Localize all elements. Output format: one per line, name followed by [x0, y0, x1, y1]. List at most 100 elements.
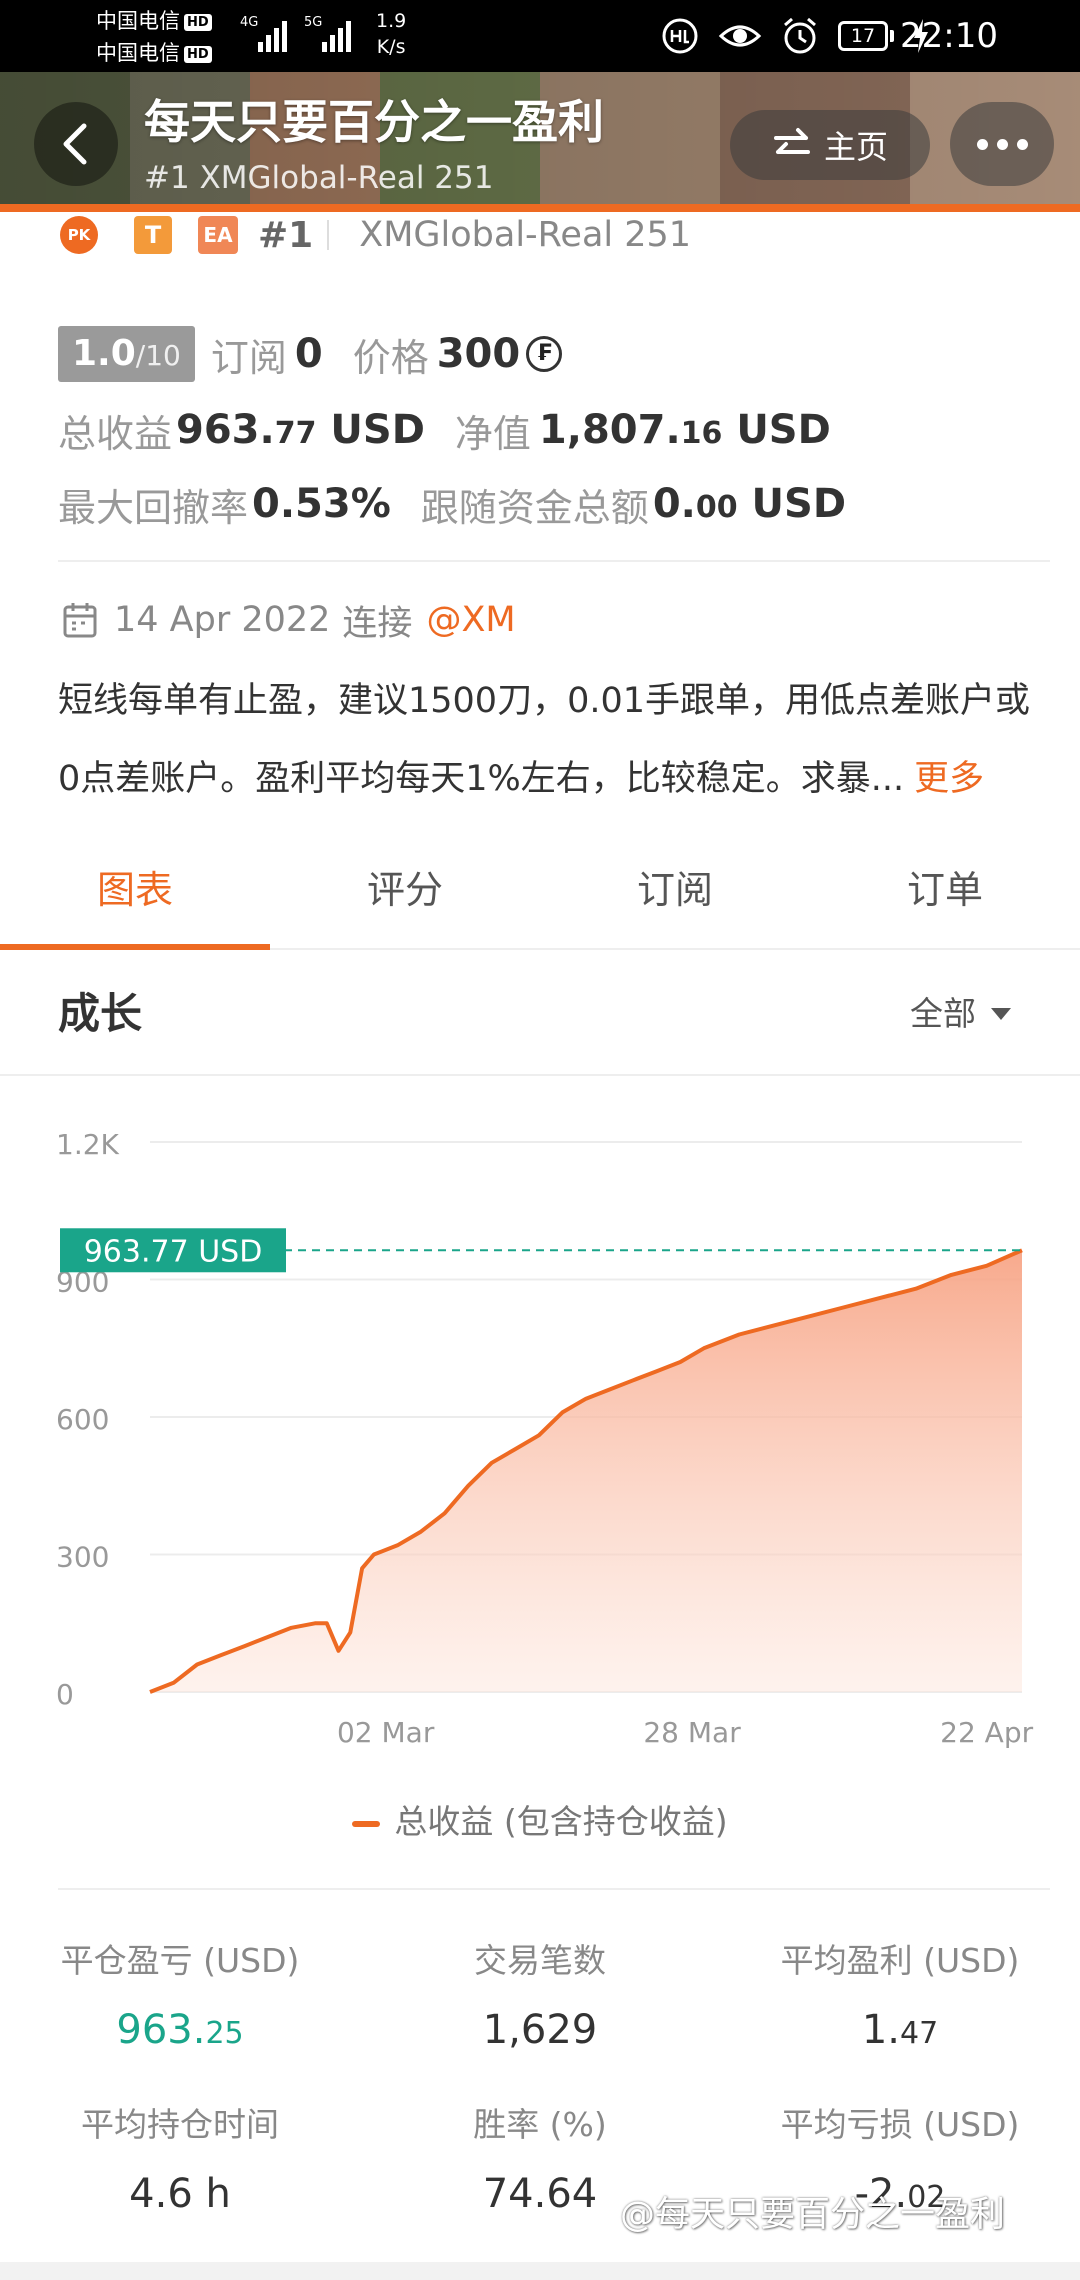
metric-value: 1,629 [360, 2000, 720, 2060]
follow-funds-value: 0.00 USD [653, 481, 846, 527]
back-arrow-icon [63, 123, 87, 165]
home-button-label: 主页 [823, 128, 888, 166]
metric-main: 1. [861, 2007, 900, 2053]
more-dot-icon [976, 138, 988, 150]
growth-section-header: 成长 全部 [0, 952, 1080, 1076]
drawdown-label: 最大回撤率 [58, 485, 249, 530]
metric-value: 4.6 h [0, 2164, 360, 2224]
x-tick-label: 22 Apr [940, 1716, 1033, 1749]
total-profit-decimal: 77 [274, 416, 317, 451]
ea-badge[interactable]: EA [198, 216, 238, 254]
x-tick-label: 28 Mar [643, 1716, 741, 1749]
more-options-button[interactable] [950, 102, 1054, 186]
price-label: 价格 [352, 335, 429, 380]
account-name: XMGlobal-Real 251 [359, 215, 692, 255]
metric-closed-pnl: 平仓盈亏 (USD) 963.25 [0, 1934, 360, 2064]
follow-funds-decimal: 00 [695, 490, 738, 525]
strategy-description: 短线每单有止盈，建议1500刀，0.01手跟单，用低点差账户或 0点差账户。盈利… [58, 662, 1048, 818]
description-line-1: 短线每单有止盈，建议1500刀，0.01手跟单，用低点差账户或 [58, 681, 1031, 721]
equity-main: 1,807. [538, 407, 681, 453]
growth-chart: 03006009001.2K02 Mar 28 Mar 22 Apr963.77 U… [56, 1128, 1034, 1749]
range-filter-label: 全部 [910, 994, 976, 1033]
equity-label: 净值 [454, 411, 531, 456]
total-profit-main: 963. [176, 407, 275, 453]
legend-swatch [352, 1820, 381, 1827]
connect-date: 14 Apr 2022 [114, 600, 331, 640]
metric-label: 平均盈利 (USD) [780, 1941, 1020, 1980]
clock: 22:10 [900, 16, 998, 56]
equity-unit: USD [736, 407, 831, 453]
range-filter-dropdown[interactable]: 全部 [910, 992, 1012, 1036]
network-5g-label: 5G [304, 15, 323, 30]
score-badge: 1.0/10 [58, 326, 195, 382]
battery-level: 17 [838, 21, 888, 51]
more-link[interactable]: 更多 [914, 759, 984, 799]
score-max: /10 [135, 339, 181, 372]
metric-avg-hold-time: 平均持仓时间 4.6 h [0, 2098, 360, 2224]
header-accent-strip [0, 204, 1080, 212]
metric-value: 963.25 [0, 2000, 360, 2064]
description-line-2: 0点差账户。盈利平均每天1%左右，比较稳定。求暴... [58, 759, 905, 799]
battery-icon: 17 [838, 21, 894, 51]
connect-row: 14 Apr 2022 连接 @XM [62, 592, 516, 648]
carrier-1: 中国电信 HD [96, 8, 212, 34]
network-speed: 1.9 K/s [376, 8, 406, 60]
x-tick-label: 02 Mar [337, 1716, 435, 1749]
equity-value: 1,807.16 USD [539, 407, 831, 453]
metric-label: 平均亏损 (USD) [780, 2105, 1020, 2144]
follow-funds-unit: USD [751, 481, 847, 527]
broker-link[interactable]: @XM [426, 600, 515, 640]
back-button[interactable] [34, 102, 118, 186]
tab-subscription[interactable]: 订阅 [540, 850, 810, 948]
drawdown-row: 最大回撤率 0.53% 跟随资金总额 0.00 USD [58, 476, 846, 532]
more-dot-icon [1016, 138, 1028, 150]
total-profit-label: 总收益 [58, 411, 173, 456]
metric-label: 平仓盈亏 (USD) [60, 1941, 300, 1980]
hd-badge: HD [184, 13, 212, 31]
t-badge[interactable]: T [134, 216, 172, 254]
chart-legend: 总收益 (包含持仓收益) [0, 1792, 1080, 1852]
network-4g-label: 4G [240, 15, 259, 30]
tab-orders[interactable]: 订单 [810, 850, 1080, 948]
speed-unit: K/s [376, 36, 406, 58]
alarm-icon [784, 17, 816, 54]
hd-call-icon [662, 18, 698, 54]
connect-label: 连接 [342, 603, 413, 644]
follow-funds-main: 0. [652, 481, 696, 527]
profile-header: 每天只要百分之一盈利 #1 XMGlobal-Real 251 主页 [0, 72, 1080, 212]
current-value-label: 963.77 USD [84, 1234, 263, 1269]
metric-label: 平均持仓时间 [81, 2105, 279, 2144]
signal-icon [258, 18, 287, 52]
home-button[interactable]: 主页 [730, 110, 930, 180]
bottom-bar [0, 2262, 1080, 2280]
pk-badge[interactable]: PK [60, 216, 98, 254]
hd-badge: HD [184, 45, 212, 63]
swap-icon [773, 128, 810, 154]
watermark: @每天只要百分之一盈利 [620, 2195, 1006, 2235]
metric-decimal: 47 [899, 2016, 939, 2051]
speed-value: 1.9 [376, 10, 407, 32]
tab-chart[interactable]: 图表 [0, 850, 270, 950]
page-subtitle: #1 XMGlobal-Real 251 [144, 160, 494, 196]
page-title: 每天只要百分之一盈利 [144, 95, 604, 149]
y-tick-label: 300 [56, 1541, 109, 1574]
divider [58, 560, 1050, 562]
rank-label: #1 [258, 214, 314, 256]
total-profit-unit: USD [330, 407, 425, 453]
metric-main: 74.64 [482, 2171, 598, 2217]
series-area [150, 1250, 1022, 1692]
y-tick-label: 600 [56, 1403, 109, 1436]
metric-label: 交易笔数 [474, 1941, 606, 1980]
score-row: 1.0/10 订阅 0 价格 300 ₣ [58, 326, 563, 382]
drawdown-value: 0.53% [252, 481, 391, 527]
carrier-1-label: 中国电信 [96, 9, 180, 33]
tab-rating[interactable]: 评分 [270, 850, 540, 948]
metric-main: 963. [116, 2007, 206, 2053]
tab-bar: 图表 评分 订阅 订单 [0, 850, 1080, 950]
metric-label: 胜率 (%) [473, 2105, 607, 2144]
caret-down-icon [991, 1008, 1011, 1020]
divider [58, 1888, 1050, 1890]
section-title: 成长 [58, 989, 143, 1038]
metric-trade-count: 交易笔数 1,629 [360, 1934, 720, 2060]
badges-row: PK T EA #1 XMGlobal-Real 251 [60, 212, 691, 258]
